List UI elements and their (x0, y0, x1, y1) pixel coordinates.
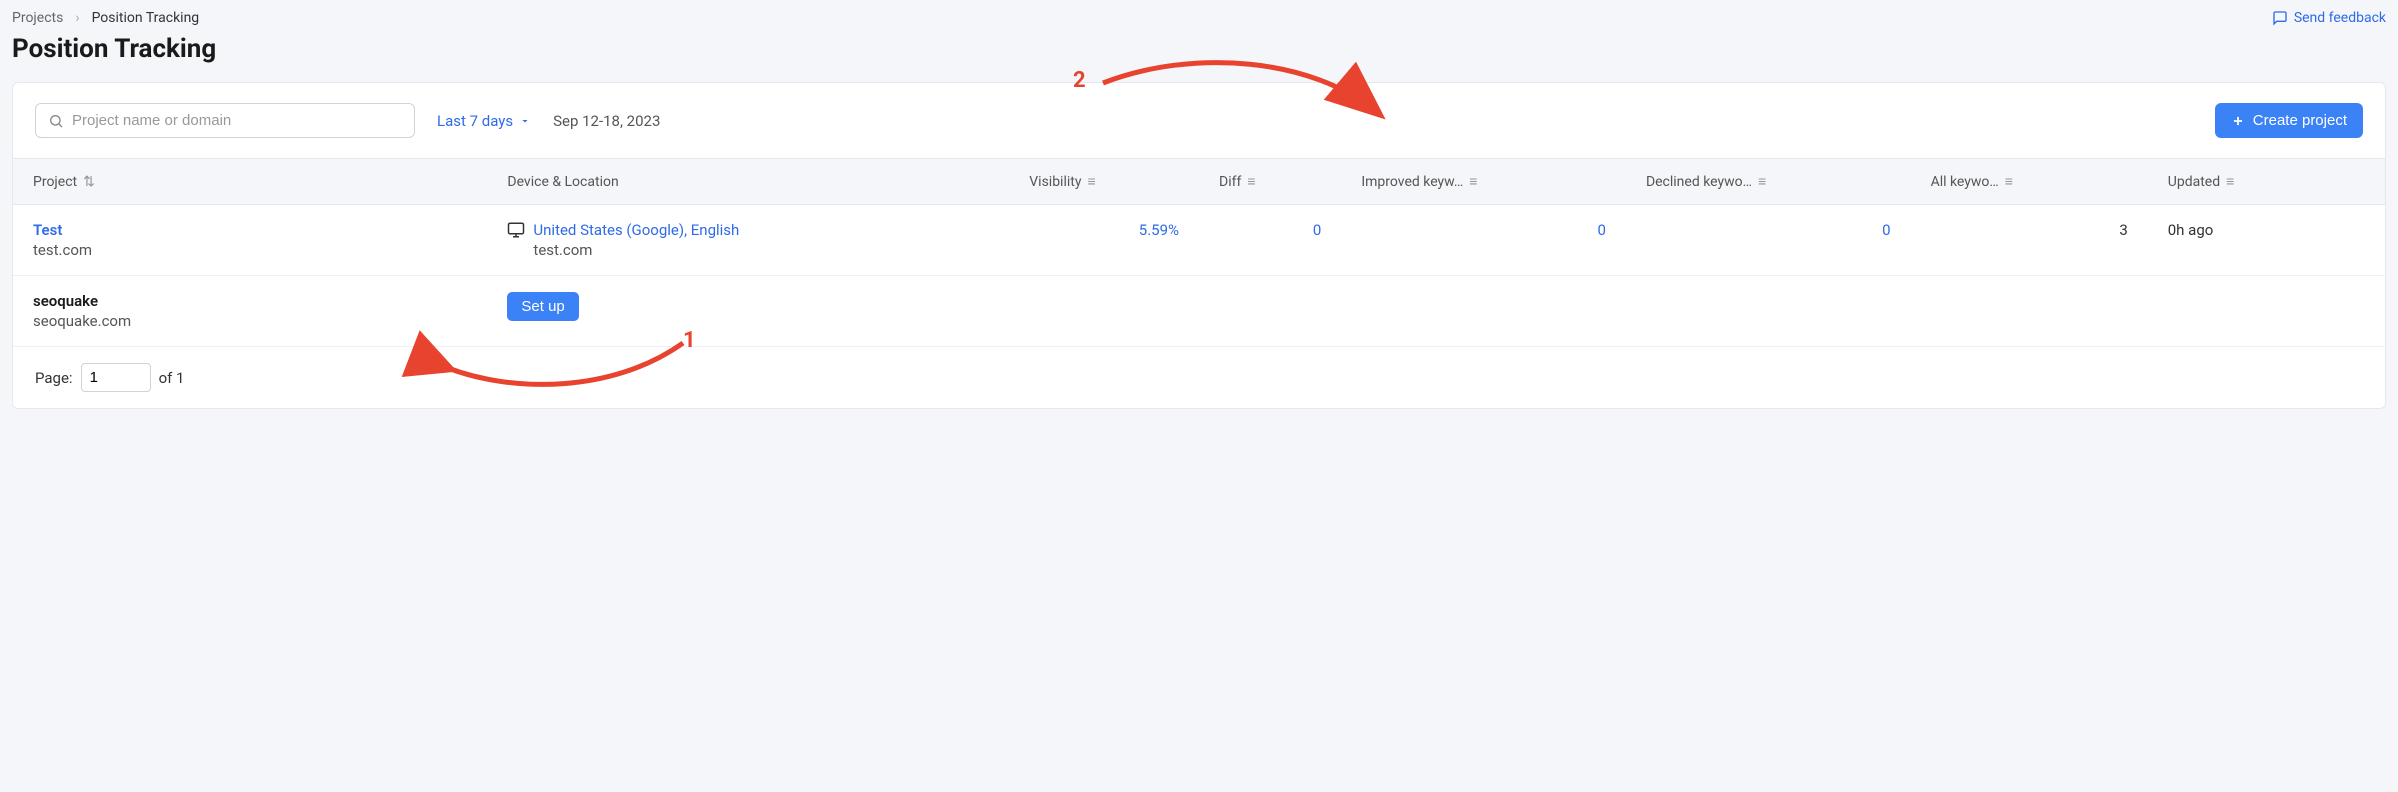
col-visibility[interactable]: Visibility≡ (1009, 159, 1199, 205)
toolbar: Last 7 days Sep 12-18, 2023 Create proje… (13, 83, 2385, 158)
period-dropdown[interactable]: Last 7 days (437, 112, 531, 130)
breadcrumb-current: Position Tracking (92, 10, 200, 26)
desktop-icon (507, 221, 525, 239)
create-project-button[interactable]: Create project (2215, 103, 2363, 138)
create-project-label: Create project (2253, 112, 2347, 129)
visibility-value[interactable]: 5.59% (1139, 221, 1179, 239)
search-input[interactable] (72, 112, 402, 129)
page-suffix: of 1 (159, 369, 185, 387)
sort-icon: ≡ (1469, 174, 1477, 190)
sort-icon: ≡ (1247, 174, 1255, 190)
search-icon (48, 113, 64, 129)
device-domain: test.com (533, 241, 989, 259)
feedback-icon (2272, 10, 2288, 26)
table-row: Test test.com United States (Google), En… (13, 205, 2385, 276)
send-feedback-label: Send feedback (2294, 10, 2386, 26)
diff-value[interactable]: 0 (1313, 221, 1321, 239)
declined-value[interactable]: 0 (1882, 221, 1890, 239)
pagination: Page: of 1 (13, 347, 2385, 408)
plus-icon (2231, 114, 2245, 128)
search-input-wrapper[interactable] (35, 103, 415, 138)
projects-table: Project⇅ Device & Location Visibility≡ D… (13, 158, 2385, 347)
table-header-row: Project⇅ Device & Location Visibility≡ D… (13, 159, 2385, 205)
page-label: Page: (35, 369, 73, 387)
col-device: Device & Location (487, 159, 1009, 205)
page-input[interactable] (81, 363, 151, 392)
sort-icon: ≡ (1087, 174, 1095, 190)
page-title: Position Tracking (12, 34, 216, 64)
setup-button[interactable]: Set up (507, 292, 578, 321)
period-label: Last 7 days (437, 112, 513, 130)
chevron-right-icon: › (75, 10, 79, 26)
col-project[interactable]: Project⇅ (13, 159, 487, 205)
all-value: 3 (2119, 221, 2127, 239)
improved-value[interactable]: 0 (1598, 221, 1606, 239)
col-improved[interactable]: Improved keyw…≡ (1341, 159, 1626, 205)
sort-icon: ≡ (2226, 174, 2234, 190)
project-domain: seoquake.com (33, 312, 467, 330)
col-declined[interactable]: Declined keywo…≡ (1626, 159, 1911, 205)
sort-icon: ≡ (1758, 174, 1766, 190)
col-all[interactable]: All keywo…≡ (1911, 159, 2148, 205)
sort-icon: ⇅ (83, 174, 95, 190)
project-name: seoquake (33, 292, 467, 310)
breadcrumb: Projects › Position Tracking (12, 10, 216, 26)
project-domain: test.com (33, 241, 467, 259)
col-updated[interactable]: Updated≡ (2148, 159, 2385, 205)
col-diff[interactable]: Diff≡ (1199, 159, 1341, 205)
chevron-down-icon (519, 115, 531, 127)
send-feedback-link[interactable]: Send feedback (2272, 10, 2386, 26)
table-row: seoquake seoquake.com Set up (13, 276, 2385, 347)
breadcrumb-root[interactable]: Projects (12, 10, 63, 26)
date-range: Sep 12-18, 2023 (553, 112, 660, 130)
device-location-link[interactable]: United States (Google), English (533, 221, 739, 239)
main-card: Last 7 days Sep 12-18, 2023 Create proje… (12, 82, 2386, 409)
updated-value: 0h ago (2168, 221, 2214, 239)
project-name-link[interactable]: Test (33, 221, 467, 239)
sort-icon: ≡ (2005, 174, 2013, 190)
